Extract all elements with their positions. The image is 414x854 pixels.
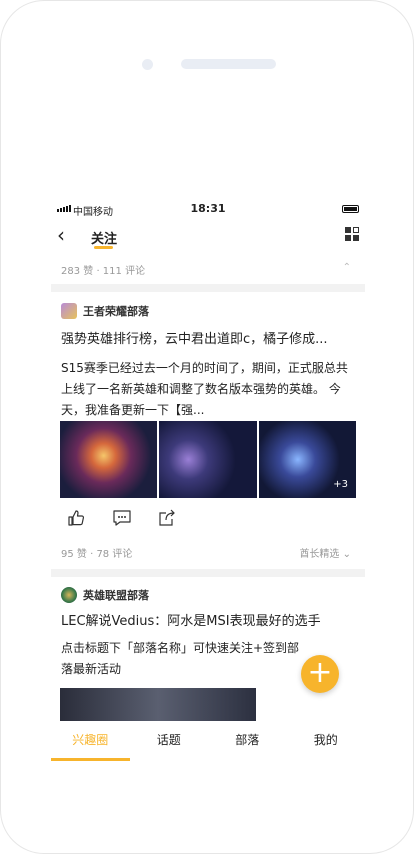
page-title[interactable]: 关注 (91, 228, 117, 247)
like-icon[interactable] (67, 509, 85, 527)
post-image[interactable] (159, 421, 257, 498)
group-avatar (61, 587, 77, 603)
title-underline (94, 246, 113, 249)
divider (51, 569, 365, 577)
tab-tribes[interactable]: 部落 (208, 721, 287, 761)
post-stats: 95 赞 · 78 评论 (61, 549, 133, 560)
nav-bar: ‹ 关注 (51, 220, 365, 252)
prev-post-stats: 283 赞 · 111 评论 (61, 266, 146, 277)
grid-menu-icon[interactable] (345, 227, 359, 241)
status-bar: 中国移动 18:31 (51, 200, 365, 218)
tab-topics[interactable]: 话题 (130, 721, 209, 761)
share-icon[interactable] (158, 509, 176, 527)
tab-bar: 兴趣圈 话题 部落 我的 (51, 721, 365, 761)
tab-me[interactable]: 我的 (287, 721, 366, 761)
prev-post-more-icon[interactable]: ⌃ (343, 262, 351, 273)
group-avatar (61, 303, 77, 319)
comment-icon[interactable] (112, 509, 132, 527)
back-arrow-icon[interactable]: ‹ (57, 225, 65, 245)
post-image[interactable]: +3 (258, 421, 356, 498)
status-time: 18:31 (190, 202, 226, 215)
group-header[interactable]: 英雄联盟部落 (61, 585, 149, 605)
more-images-count: +3 (333, 479, 348, 490)
featured-tag-label: 酋长精选 (299, 549, 340, 560)
battery-icon (342, 205, 359, 213)
camera (142, 59, 153, 70)
post-images[interactable]: +3 (60, 421, 356, 498)
speaker (181, 59, 276, 69)
post-body[interactable]: S15赛季已经过去一个月的时间了，期间，正式服总共上线了一名新英雄和调整了数名版… (61, 358, 357, 421)
featured-tag[interactable]: 酋长精选 ⌄ (299, 545, 351, 560)
group-name[interactable]: 王者荣耀部落 (83, 303, 149, 319)
post-title[interactable]: LEC解说Vedius：阿水是MSI表现最好的选手 (61, 613, 357, 631)
group-name[interactable]: 英雄联盟部落 (83, 587, 149, 603)
phone-frame: 中国移动 18:31 ‹ 关注 283 赞 · 111 评论 ⌃ 王者荣耀部落 … (0, 0, 414, 854)
divider (51, 284, 365, 292)
post-body[interactable]: 点击标题下「部落名称」可快速关注+签到部落最新活动 (61, 638, 307, 680)
create-post-button[interactable]: + (301, 655, 339, 693)
tab-interest[interactable]: 兴趣圈 (51, 721, 130, 761)
group-header[interactable]: 王者荣耀部落 (61, 301, 149, 321)
app-screen: 中国移动 18:31 ‹ 关注 283 赞 · 111 评论 ⌃ 王者荣耀部落 … (51, 200, 365, 761)
post-title[interactable]: 强势英雄排行榜，云中君出道即c，橘子修成... (61, 331, 357, 349)
post-image[interactable] (60, 421, 158, 498)
